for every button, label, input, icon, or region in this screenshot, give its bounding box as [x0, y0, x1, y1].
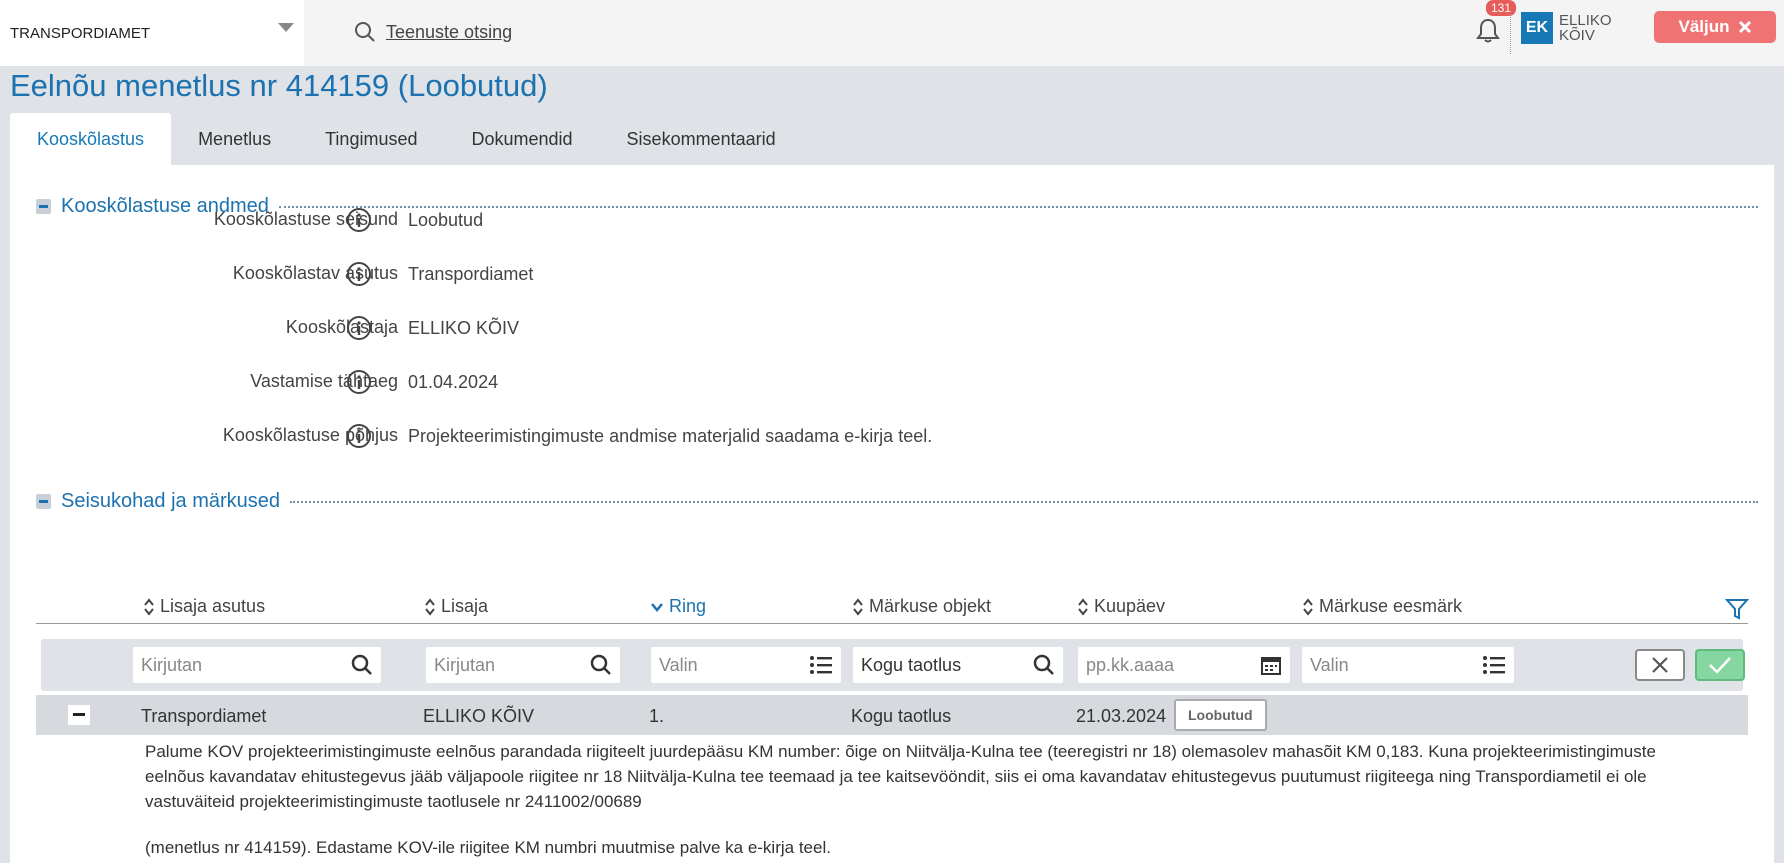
- column-label: Kuupäev: [1094, 596, 1166, 616]
- column-markuse-eesmark[interactable]: Märkuse eesmärk: [1302, 596, 1462, 617]
- status-badge: Loobutud: [1174, 699, 1267, 731]
- logout-button[interactable]: Väljun: [1654, 11, 1776, 43]
- list-icon: [1483, 656, 1505, 674]
- filter-select[interactable]: [1310, 654, 1474, 676]
- field-value: 01.04.2024: [408, 372, 499, 392]
- column-label: Ring: [669, 596, 707, 616]
- field-asutus: Kooskõlastav asutus Transpordiamet: [10, 259, 1710, 289]
- comment-text-continued: (menetlus nr 414159). Edastame KOV-ile r…: [145, 838, 831, 857]
- apply-filter-button[interactable]: [1695, 649, 1745, 681]
- tab-dokumendid[interactable]: Dokumendid: [444, 113, 599, 165]
- cell-asutus: Transpordiamet: [141, 706, 267, 726]
- search-icon: [355, 22, 375, 42]
- field-value: Loobutud: [408, 210, 484, 230]
- tab-bar: Kooskõlastus Menetlus Tingimused Dokumen…: [10, 113, 803, 165]
- filter-input[interactable]: [434, 654, 583, 676]
- field-label: Kooskõlastaja: [285, 317, 398, 337]
- sort-icon: [1078, 597, 1088, 616]
- user-name: ELLIKO KÕIV: [1559, 12, 1612, 44]
- list-icon: [810, 656, 832, 674]
- filter-ring[interactable]: [651, 647, 841, 683]
- filter-lisaja[interactable]: [426, 647, 620, 683]
- cell-lisaja: ELLIKO KÕIV: [423, 706, 535, 726]
- filter-icon[interactable]: [1725, 597, 1749, 621]
- section-seisukohad[interactable]: Seisukohad ja märkused: [36, 490, 1758, 513]
- column-ring[interactable]: Ring: [650, 596, 706, 617]
- user-menu[interactable]: EK ELLIKO KÕIV: [1521, 12, 1619, 44]
- filter-input[interactable]: [141, 654, 333, 676]
- info-icon[interactable]: [346, 423, 372, 449]
- search-icon: [590, 654, 611, 675]
- field-value: Transpordiamet: [408, 264, 534, 284]
- filter-select[interactable]: [659, 654, 805, 676]
- column-label: Lisaja: [441, 596, 489, 616]
- content-panel: Kooskõlastuse andmed Kooskõlastuse seisu…: [10, 165, 1774, 863]
- filter-lisaja-asutus[interactable]: [133, 647, 381, 683]
- field-seisund: Kooskõlastuse seisund Loobutud: [10, 205, 1710, 235]
- organization-name: TRANSPORDIAMET: [10, 24, 151, 42]
- service-search-link[interactable]: Teenuste otsing: [354, 14, 512, 50]
- column-lisaja[interactable]: Lisaja: [424, 596, 488, 617]
- info-icon[interactable]: [346, 369, 372, 395]
- section-title: Seisukohad ja märkused: [61, 490, 281, 512]
- calendar-icon[interactable]: [1260, 654, 1282, 676]
- notification-badge: 131: [1486, 0, 1517, 16]
- column-label: Märkuse eesmärk: [1319, 596, 1463, 616]
- sort-icon: [853, 597, 863, 616]
- field-kooskolastaja: Kooskõlastaja ELLIKO KÕIV: [10, 313, 1710, 343]
- field-value: ELLIKO KÕIV: [408, 318, 520, 338]
- tab-sisekommentaarid[interactable]: Sisekommentaarid: [600, 113, 803, 165]
- organization-select[interactable]: TRANSPORDIAMET: [0, 0, 304, 66]
- search-icon: [1033, 654, 1054, 675]
- filter-markuse-eesmark[interactable]: [1302, 647, 1514, 683]
- column-lisaja-asutus[interactable]: Lisaja asutus: [143, 596, 265, 617]
- field-pohjus: Kooskõlastuse põhjus Projekteerimistingi…: [10, 421, 1710, 451]
- comment-text: Palume KOV projekteerimistingimuste eeln…: [145, 742, 1656, 811]
- filter-kuupaev[interactable]: [1078, 647, 1290, 683]
- cell-objekt: Kogu taotlus: [851, 706, 952, 726]
- filter-row: [41, 639, 1745, 691]
- column-label: Lisaja asutus: [160, 596, 266, 616]
- table-row[interactable]: Transpordiamet ELLIKO KÕIV 1. Kogu taotl…: [36, 695, 1748, 735]
- column-markuse-objekt[interactable]: Märkuse objekt: [852, 596, 991, 617]
- tab-kooskolastus[interactable]: Kooskõlastus: [10, 113, 172, 165]
- cell-kuupaev: 21.03.2024: [1076, 706, 1167, 726]
- filter-markuse-objekt[interactable]: [853, 647, 1063, 683]
- field-value: Projekteerimistingimuste andmise materja…: [408, 426, 933, 446]
- search-icon: [351, 654, 372, 675]
- chevron-down-icon: [651, 602, 663, 612]
- user-divider: [1510, 14, 1511, 54]
- close-icon: [1738, 20, 1751, 34]
- field-label: Kooskõlastav asutus: [232, 263, 398, 283]
- sort-icon: [1303, 597, 1313, 616]
- field-tahtaeg: Vastamise tähtaeg 01.04.2024: [10, 367, 1710, 397]
- tab-menetlus[interactable]: Menetlus: [171, 113, 298, 165]
- info-icon[interactable]: [346, 207, 372, 233]
- sort-icon: [144, 597, 154, 616]
- info-icon[interactable]: [346, 261, 372, 287]
- column-label: Märkuse objekt: [869, 596, 992, 616]
- table-header: Lisaja asutus Lisaja Ring Märkuse objekt…: [36, 592, 1749, 624]
- collapse-icon[interactable]: [36, 494, 51, 509]
- sort-icon: [425, 597, 435, 616]
- close-icon: [1652, 657, 1668, 673]
- date-input[interactable]: [1086, 654, 1250, 676]
- info-icon[interactable]: [346, 315, 372, 341]
- avatar: EK: [1521, 12, 1553, 44]
- cell-ring: 1.: [649, 706, 665, 726]
- service-search-label: Teenuste otsing: [386, 21, 513, 42]
- divider: [290, 500, 1758, 503]
- collapse-icon[interactable]: [68, 705, 90, 725]
- chevron-down-icon: [278, 23, 294, 32]
- top-bar: TRANSPORDIAMET Teenuste otsing 131 EK EL…: [0, 0, 1784, 66]
- tab-tingimused[interactable]: Tingimused: [298, 113, 444, 165]
- checkmark-icon: [1709, 657, 1731, 674]
- logout-label: Väljun: [1678, 17, 1730, 36]
- bell-icon[interactable]: [1474, 16, 1502, 44]
- page-title: Eelnõu menetlus nr 414159 (Loobutud): [10, 68, 548, 103]
- clear-filter-button[interactable]: [1635, 649, 1685, 681]
- column-kuupaev[interactable]: Kuupäev: [1077, 596, 1165, 617]
- field-label: Vastamise tähtaeg: [250, 371, 398, 391]
- filter-input[interactable]: [861, 654, 1023, 676]
